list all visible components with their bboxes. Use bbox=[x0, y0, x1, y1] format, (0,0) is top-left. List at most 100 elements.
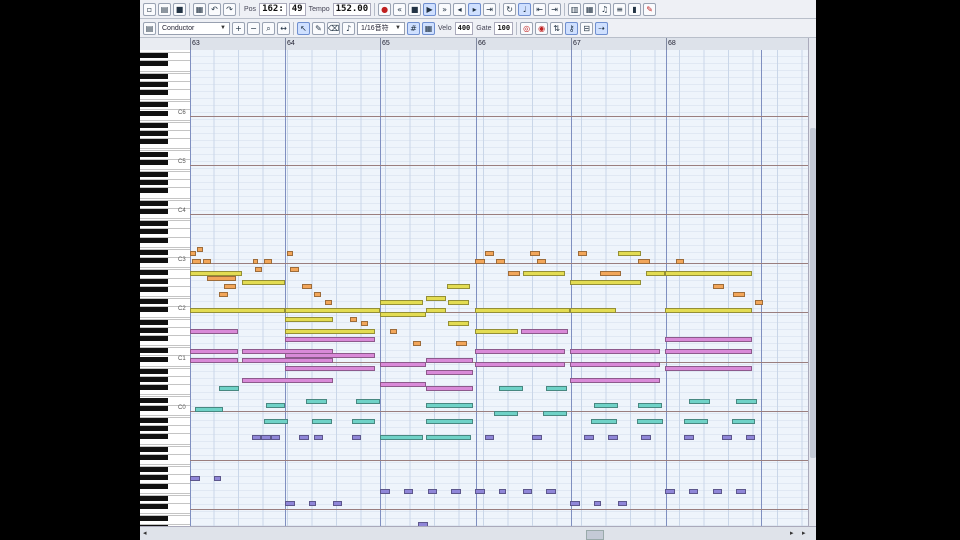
midi-note[interactable] bbox=[736, 488, 746, 494]
midi-note[interactable] bbox=[712, 488, 722, 494]
midi-note[interactable] bbox=[285, 365, 376, 371]
midi-note[interactable] bbox=[427, 488, 437, 494]
midi-note[interactable] bbox=[190, 308, 285, 314]
black-key[interactable] bbox=[140, 53, 168, 59]
midi-note[interactable] bbox=[425, 369, 474, 375]
to-end-icon[interactable]: ⇥ bbox=[483, 2, 497, 16]
new-icon[interactable]: ▫ bbox=[143, 2, 156, 16]
quantize-select[interactable]: 1/16音符 ▼ bbox=[357, 21, 405, 35]
black-key[interactable] bbox=[140, 475, 168, 481]
midi-note[interactable] bbox=[425, 357, 474, 363]
tempo-field[interactable]: 152.00 bbox=[332, 2, 372, 16]
vertical-scrollbar[interactable] bbox=[808, 38, 816, 526]
midi-note[interactable] bbox=[546, 386, 568, 392]
black-key[interactable] bbox=[140, 405, 168, 411]
black-key[interactable] bbox=[140, 90, 168, 96]
black-key[interactable] bbox=[140, 434, 168, 440]
midi-note[interactable] bbox=[190, 250, 196, 256]
midi-note[interactable] bbox=[380, 361, 426, 367]
midi-note[interactable] bbox=[403, 488, 414, 494]
punch-out-icon[interactable]: ⇥ bbox=[548, 2, 562, 16]
midi-note[interactable] bbox=[413, 341, 421, 347]
midi-note[interactable] bbox=[498, 488, 507, 494]
midi-note[interactable] bbox=[425, 402, 474, 408]
midi-note[interactable] bbox=[608, 435, 618, 441]
black-key[interactable] bbox=[140, 397, 168, 403]
midi-note[interactable] bbox=[190, 357, 238, 363]
open-icon[interactable]: ▤ bbox=[158, 2, 171, 16]
black-key[interactable] bbox=[140, 504, 168, 510]
midi-note[interactable] bbox=[451, 488, 461, 494]
position-measure-field[interactable]: 162: bbox=[259, 2, 287, 16]
follow-icon[interactable]: ⇢ bbox=[595, 21, 609, 35]
midi-note[interactable] bbox=[218, 386, 240, 392]
midi-note[interactable] bbox=[285, 501, 295, 506]
black-key[interactable] bbox=[140, 327, 168, 333]
gate-field[interactable]: 100 bbox=[494, 21, 514, 35]
midi-note[interactable] bbox=[191, 259, 202, 265]
midi-note[interactable] bbox=[475, 488, 485, 494]
midi-note[interactable] bbox=[617, 250, 642, 256]
midi-note[interactable] bbox=[349, 316, 358, 322]
black-key[interactable] bbox=[140, 139, 168, 145]
horizontal-scroll-thumb[interactable] bbox=[586, 530, 604, 540]
horizontal-scrollbar[interactable]: ◂ ▸ ▸ bbox=[140, 526, 816, 540]
midi-note[interactable] bbox=[324, 300, 333, 306]
black-key[interactable] bbox=[140, 319, 168, 325]
midi-note[interactable] bbox=[308, 501, 317, 506]
midi-note[interactable] bbox=[252, 259, 259, 265]
black-key[interactable] bbox=[140, 110, 168, 116]
midi-note[interactable] bbox=[508, 271, 520, 277]
velocity-field[interactable]: 400 bbox=[454, 21, 474, 35]
midi-note[interactable] bbox=[498, 386, 523, 392]
midi-note[interactable] bbox=[266, 402, 285, 408]
grid-icon[interactable]: ▦ bbox=[422, 21, 435, 35]
score-view-icon[interactable]: ♫ bbox=[598, 2, 612, 16]
midi-note[interactable] bbox=[361, 320, 368, 326]
zoom-in-icon[interactable]: + bbox=[232, 21, 245, 35]
undo-icon[interactable]: ↶ bbox=[208, 2, 221, 16]
black-key[interactable] bbox=[140, 278, 168, 284]
black-key[interactable] bbox=[140, 454, 168, 460]
midi-note[interactable] bbox=[332, 501, 342, 506]
midi-note[interactable] bbox=[736, 398, 758, 404]
midi-note[interactable] bbox=[456, 341, 468, 347]
midi-note[interactable] bbox=[285, 353, 376, 359]
midi-note[interactable] bbox=[636, 419, 664, 424]
midi-note[interactable] bbox=[593, 501, 602, 506]
black-key[interactable] bbox=[140, 446, 168, 452]
midi-note[interactable] bbox=[351, 435, 361, 441]
black-key[interactable] bbox=[140, 200, 168, 206]
midi-note[interactable] bbox=[213, 476, 222, 482]
midi-note[interactable] bbox=[425, 386, 474, 392]
filter-icon[interactable]: ⊟ bbox=[580, 21, 594, 35]
black-key[interactable] bbox=[140, 336, 168, 342]
mute-icon[interactable]: ◎ bbox=[520, 21, 534, 35]
midi-note[interactable] bbox=[665, 337, 753, 342]
solo-icon[interactable]: ◉ bbox=[535, 21, 549, 35]
zoom-icon[interactable]: ⌕ bbox=[262, 21, 275, 35]
midi-note[interactable] bbox=[522, 488, 532, 494]
midi-note[interactable] bbox=[351, 419, 376, 424]
midi-note[interactable] bbox=[224, 283, 236, 289]
step-forward-icon[interactable]: ▸ bbox=[468, 2, 482, 16]
midi-note[interactable] bbox=[286, 250, 293, 256]
midi-note[interactable] bbox=[570, 279, 642, 285]
midi-note[interactable] bbox=[389, 328, 398, 334]
midi-note[interactable] bbox=[665, 308, 753, 314]
black-key[interactable] bbox=[140, 151, 168, 157]
black-key[interactable] bbox=[140, 299, 168, 305]
midi-note[interactable] bbox=[536, 259, 547, 265]
midi-note[interactable] bbox=[646, 271, 665, 277]
midi-note[interactable] bbox=[190, 349, 238, 355]
midi-note[interactable] bbox=[425, 308, 447, 314]
midi-note[interactable] bbox=[733, 291, 745, 297]
midi-note[interactable] bbox=[484, 250, 494, 256]
midi-note[interactable] bbox=[520, 328, 569, 334]
pointer-tool-icon[interactable]: ↖ bbox=[297, 21, 310, 35]
mixer-icon[interactable]: ▮ bbox=[628, 2, 642, 16]
midi-note[interactable] bbox=[190, 328, 238, 334]
track-view-icon[interactable]: ▥ bbox=[568, 2, 582, 16]
black-key[interactable] bbox=[140, 102, 168, 108]
midi-note[interactable] bbox=[254, 267, 263, 273]
